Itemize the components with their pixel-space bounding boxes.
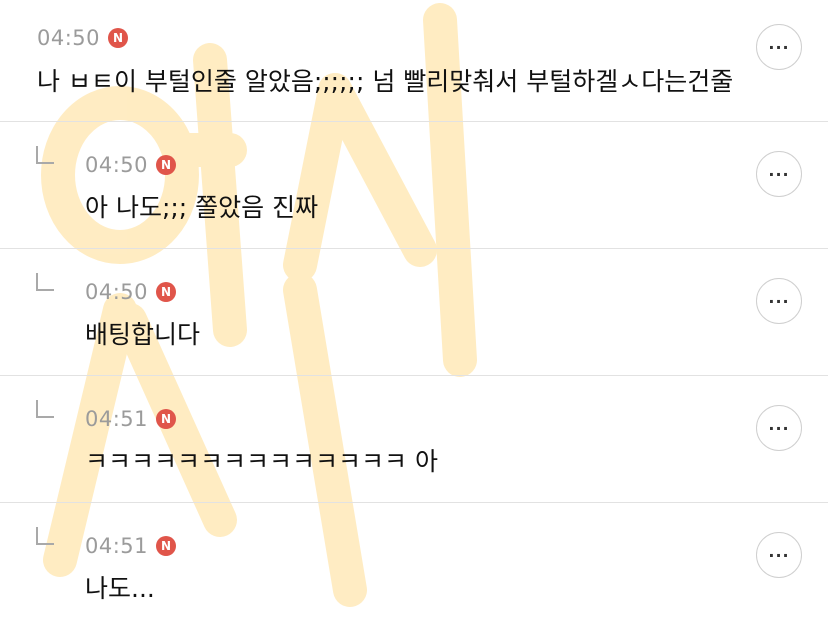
comment-time: 04:50 — [85, 153, 149, 177]
comment-text: 나 ㅂㅌ이 부털인줄 알았음;;;;;; 넘 빨리맞춰서 부털하겔ㅅ다는건줄 — [37, 67, 734, 96]
more-options-button[interactable]: ... — [756, 532, 802, 578]
comment-time: 04:51 — [85, 534, 149, 558]
comment-meta: 04:51 N — [85, 534, 177, 558]
ellipsis-icon: ... — [768, 288, 790, 307]
comment-time: 04:50 — [85, 280, 149, 304]
comment-row: 04:50 N 나 ㅂㅌ이 부털인줄 알았음;;;;;; 넘 빨리맞춰서 부털하… — [0, 0, 828, 122]
reply-row: 04:50 N 아 나도;;; 쫄았음 진짜 ... — [0, 122, 828, 249]
comment-meta: 04:51 N — [85, 407, 177, 431]
ellipsis-icon: ... — [768, 415, 790, 434]
comment-meta: 04:50 N — [37, 26, 129, 50]
new-badge-icon: N — [156, 282, 177, 302]
reply-row: 04:50 N 배팅합니다 ... — [0, 249, 828, 376]
new-badge-icon: N — [156, 536, 177, 556]
comment-time: 04:50 — [37, 26, 101, 50]
more-options-button[interactable]: ... — [756, 405, 802, 451]
comment-meta: 04:50 N — [85, 153, 177, 177]
ellipsis-icon: ... — [768, 34, 790, 53]
new-badge-icon: N — [156, 409, 177, 429]
ellipsis-icon: ... — [768, 161, 790, 180]
reply-arrow-icon — [36, 400, 54, 418]
new-badge-icon: N — [108, 28, 129, 48]
reply-arrow-icon — [36, 273, 54, 291]
reply-row: 04:51 N ㅋㅋㅋㅋㅋㅋㅋㅋㅋㅋㅋㅋㅋㅋ 아 ... — [0, 376, 828, 503]
ellipsis-icon: ... — [768, 542, 790, 561]
more-options-button[interactable]: ... — [756, 151, 802, 197]
more-options-button[interactable]: ... — [756, 24, 802, 70]
more-options-button[interactable]: ... — [756, 278, 802, 324]
reply-row: 04:51 N 나도... ... — [0, 503, 828, 630]
comment-text: ㅋㅋㅋㅋㅋㅋㅋㅋㅋㅋㅋㅋㅋㅋ 아 — [85, 447, 438, 476]
comment-meta: 04:50 N — [85, 280, 177, 304]
reply-arrow-icon — [36, 527, 54, 545]
comment-text: 배팅합니다 — [85, 320, 201, 349]
comment-text: 나도... — [85, 574, 155, 603]
comment-list: 04:50 N 나 ㅂㅌ이 부털인줄 알았음;;;;;; 넘 빨리맞춰서 부털하… — [0, 0, 828, 630]
comment-text: 아 나도;;; 쫄았음 진짜 — [85, 193, 319, 222]
new-badge-icon: N — [156, 155, 177, 175]
comment-time: 04:51 — [85, 407, 149, 431]
reply-arrow-icon — [36, 146, 54, 164]
